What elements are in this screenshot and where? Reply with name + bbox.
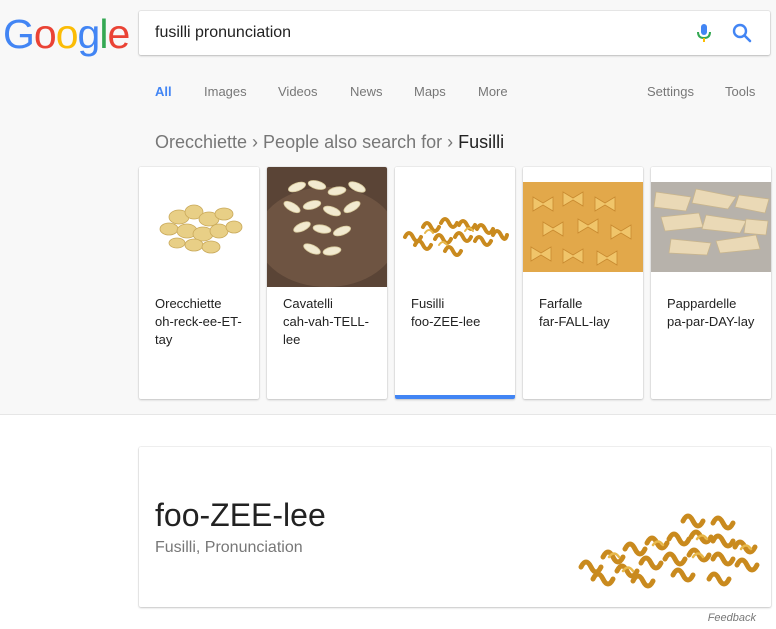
card-label: Farfalle far-FALL-lay — [539, 295, 635, 331]
breadcrumb-orecchiette[interactable]: Orecchiette — [155, 132, 247, 152]
tab-maps[interactable]: Maps — [414, 84, 446, 99]
tab-tools[interactable]: Tools — [725, 84, 755, 99]
carousel-card-orecchiette[interactable]: Orecchiette oh-reck-ee-ET-tay — [139, 167, 259, 399]
pasta-name: Pappardelle — [667, 296, 737, 311]
breadcrumb-current: Fusilli — [458, 132, 505, 152]
card-label: Cavatelli cah-vah-TELL-lee — [283, 295, 379, 349]
tab-images[interactable]: Images — [204, 84, 247, 99]
tab-news[interactable]: News — [350, 84, 383, 99]
answer-card: foo-ZEE-lee Fusilli, Pronunciation — [139, 447, 771, 607]
search-icon[interactable] — [731, 22, 753, 44]
tab-all[interactable]: All — [155, 84, 172, 99]
pasta-name: Cavatelli — [283, 296, 333, 311]
carousel-card-pappardelle[interactable]: Pappardelle pa-par-DAY-lay — [651, 167, 771, 399]
tab-videos[interactable]: Videos — [278, 84, 318, 99]
pasta-pronunciation: far-FALL-lay — [539, 314, 610, 329]
logo-letter: g — [77, 11, 101, 57]
logo-letter: o — [55, 11, 79, 57]
logo-letter: l — [99, 11, 108, 57]
breadcrumb-people-also-search[interactable]: People also search for — [263, 132, 442, 152]
carousel-card-farfalle[interactable]: Farfalle far-FALL-lay — [523, 167, 643, 399]
microphone-icon[interactable] — [693, 22, 715, 44]
carousel-card-fusilli[interactable]: Fusilli foo-ZEE-lee — [395, 167, 515, 399]
pasta-pronunciation: cah-vah-TELL-lee — [283, 314, 369, 347]
orecchiette-image — [139, 167, 259, 287]
pasta-name: Fusilli — [411, 296, 445, 311]
chevron-right-icon: › — [447, 132, 454, 152]
card-label: Orecchiette oh-reck-ee-ET-tay — [155, 295, 251, 349]
chevron-right-icon: › — [252, 132, 259, 152]
tab-more[interactable]: More — [478, 84, 508, 99]
logo-letter: e — [107, 11, 130, 57]
card-label: Pappardelle pa-par-DAY-lay — [667, 295, 763, 331]
carousel-card-cavatelli[interactable]: Cavatelli cah-vah-TELL-lee — [267, 167, 387, 399]
tab-settings[interactable]: Settings — [647, 84, 694, 99]
pappardelle-image — [651, 167, 771, 287]
fusilli-image — [395, 167, 515, 287]
pasta-pronunciation: pa-par-DAY-lay — [667, 314, 755, 329]
logo-letter: G — [3, 11, 35, 57]
search-box — [139, 11, 770, 55]
card-label: Fusilli foo-ZEE-lee — [411, 295, 507, 331]
breadcrumb: Orecchiette › People also search for › Fusil… — [155, 132, 504, 153]
pasta-name: Orecchiette — [155, 296, 222, 311]
search-input[interactable] — [155, 11, 675, 55]
answer-pronunciation: foo-ZEE-lee — [155, 497, 326, 533]
logo-letter: o — [33, 11, 57, 57]
pasta-pronunciation: foo-ZEE-lee — [411, 314, 481, 329]
search-tabs: All Images Videos News Maps More Setting… — [0, 84, 776, 100]
pasta-name: Farfalle — [539, 296, 583, 311]
pasta-pronunciation: oh-reck-ee-ET-tay — [155, 314, 242, 347]
google-logo[interactable]: Google — [3, 11, 130, 57]
feedback-link[interactable]: Feedback — [708, 612, 756, 624]
cavatelli-image — [267, 167, 387, 287]
farfalle-image — [523, 167, 643, 287]
answer-subtitle: Fusilli, Pronunciation — [155, 539, 303, 556]
fusilli-answer-image[interactable] — [573, 457, 769, 599]
